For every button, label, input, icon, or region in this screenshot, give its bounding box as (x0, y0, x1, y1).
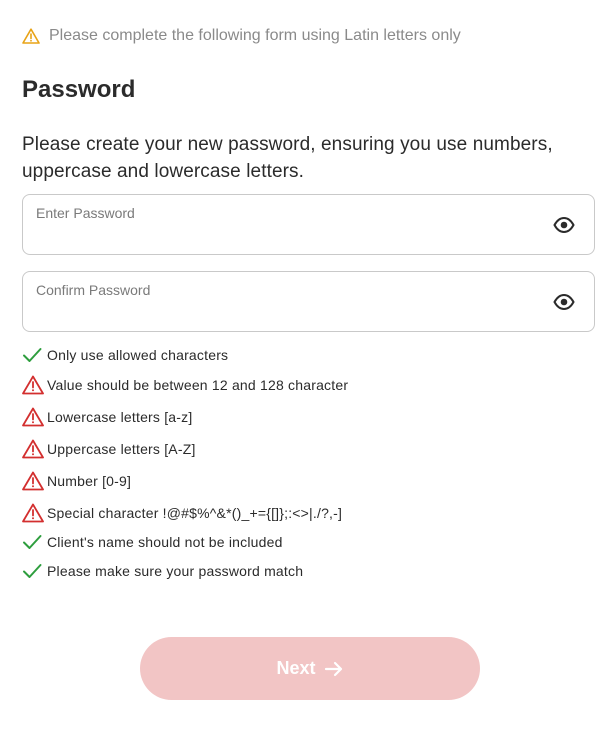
next-button-label: Next (276, 658, 316, 678)
password-instructions: Please create your new password, ensurin… (22, 134, 553, 182)
enter-password-field[interactable]: Enter Password (22, 194, 595, 255)
error-triangle-icon (22, 503, 47, 523)
enter-password-label: Enter Password (36, 205, 135, 221)
confirm-password-label: Confirm Password (36, 282, 151, 298)
next-button[interactable]: Next (140, 637, 480, 700)
check-icon (22, 534, 47, 550)
error-triangle-icon (22, 375, 47, 395)
rule-number: Number [0-9] (22, 471, 131, 491)
rule-length: Value should be between 12 and 128 chara… (22, 375, 348, 395)
rule-uppercase: Uppercase letters [A-Z] (22, 439, 196, 459)
rule-allowed-characters: Only use allowed characters (22, 347, 228, 363)
eye-icon[interactable] (553, 292, 575, 312)
eye-icon[interactable] (553, 215, 575, 235)
check-icon (22, 563, 47, 579)
confirm-password-input[interactable] (36, 303, 544, 323)
enter-password-input[interactable] (36, 226, 544, 246)
check-icon (22, 347, 47, 363)
latin-letters-notice: Please complete the following form using… (22, 27, 461, 45)
page-title: Password (22, 76, 136, 103)
rule-client-name: Client's name should not be included (22, 534, 283, 550)
warning-triangle-icon (22, 28, 40, 44)
notice-text: Please complete the following form using… (49, 27, 461, 44)
error-triangle-icon (22, 471, 47, 491)
rule-lowercase: Lowercase letters [a-z] (22, 407, 192, 427)
confirm-password-field[interactable]: Confirm Password (22, 271, 595, 332)
rule-special-character: Special character !@#$%^&*()_+={[]};:<>|… (22, 503, 342, 523)
rule-passwords-match: Please make sure your password match (22, 563, 303, 579)
error-triangle-icon (22, 439, 47, 459)
error-triangle-icon (22, 407, 47, 427)
arrow-right-icon (324, 660, 344, 678)
